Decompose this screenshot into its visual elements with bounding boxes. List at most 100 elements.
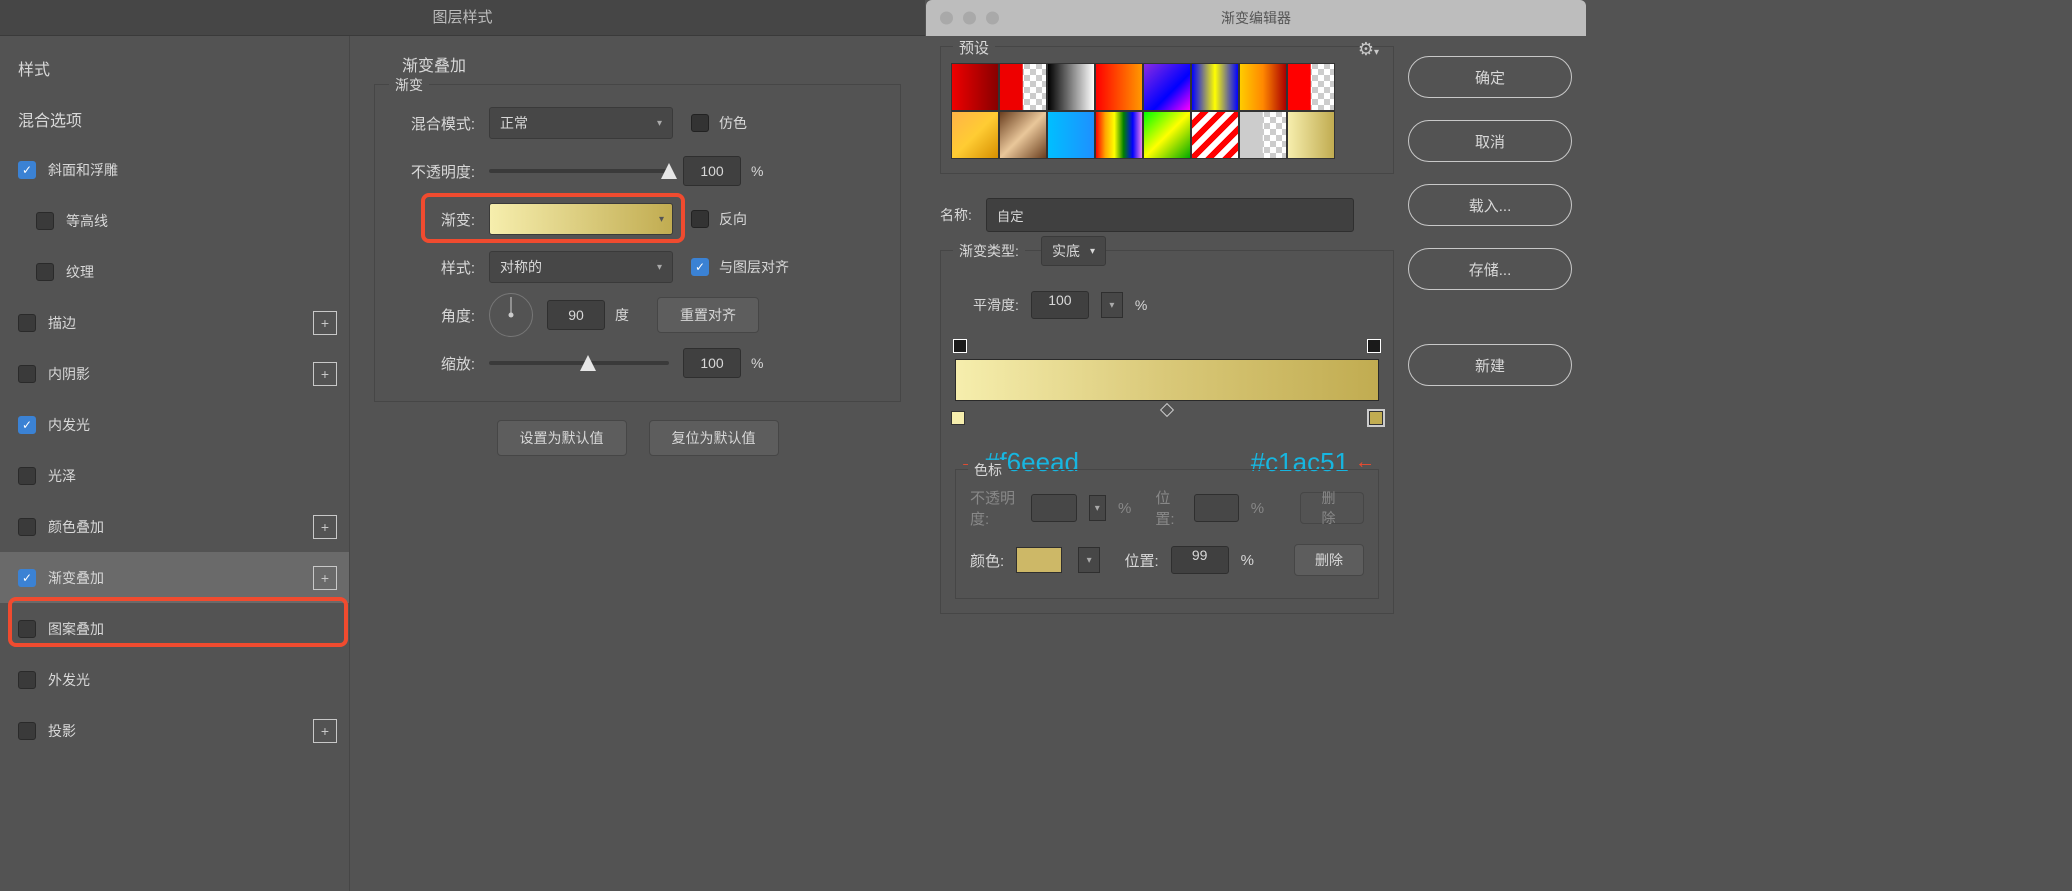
gear-icon[interactable]: ⚙▾ [1358,39,1379,60]
scale-slider[interactable] [489,361,669,365]
checkbox-icon[interactable] [18,722,36,740]
checkbox-icon[interactable] [18,518,36,536]
preset-swatch[interactable] [1239,111,1287,159]
checkbox-icon[interactable] [18,569,36,587]
gradient-preview[interactable] [955,359,1379,401]
reset-default-button[interactable]: 复位为默认值 [649,420,779,456]
sidebar-item-label: 斜面和浮雕 [48,160,118,180]
slider-knob-icon[interactable] [580,355,596,371]
blend-mode-label: 混合模式: [391,113,475,134]
sidebar-item-texture[interactable]: 纹理 [0,246,349,297]
angle-input[interactable]: 90 [547,300,605,330]
sidebar-item-outer-glow[interactable]: 外发光 [0,654,349,705]
name-input[interactable] [986,198,1354,232]
reset-align-button[interactable]: 重置对齐 [657,297,759,333]
preset-swatch[interactable] [1287,63,1335,111]
sidebar-item-inner-shadow[interactable]: 内阴影 + [0,348,349,399]
smoothness-dropdown[interactable]: ▾ [1101,292,1123,318]
sidebar-item-stroke[interactable]: 描边 + [0,297,349,348]
maximize-icon[interactable] [986,12,999,25]
color-dropdown[interactable]: ▾ [1078,547,1100,573]
preset-swatch[interactable] [1143,111,1191,159]
gradient-picker[interactable]: ▾ [489,203,673,235]
gradient-label: 渐变: [391,209,475,230]
checkbox-icon[interactable] [18,467,36,485]
dither-checkbox[interactable] [691,114,709,132]
checkbox-icon[interactable] [18,671,36,689]
preset-swatch[interactable] [1191,111,1239,159]
color-well[interactable] [1016,547,1062,573]
preset-swatch[interactable] [1095,111,1143,159]
opacity-stop-left[interactable] [953,339,967,353]
midpoint-handle[interactable] [1160,403,1174,417]
slider-knob-icon[interactable] [661,163,677,179]
sidebar-item-satin[interactable]: 光泽 [0,450,349,501]
checkbox-icon[interactable] [18,314,36,332]
preset-swatch[interactable] [1287,111,1335,159]
gradient-bar[interactable] [955,339,1379,425]
close-icon[interactable] [940,12,953,25]
gradient-type-select[interactable]: 实底 ▾ [1041,236,1106,266]
percent-label: % [1241,552,1254,569]
opacity-stop-right[interactable] [1367,339,1381,353]
sidebar-item-gradient-overlay[interactable]: 渐变叠加 + [0,552,349,603]
color-stop-left[interactable] [951,411,965,425]
checkbox-icon[interactable] [18,365,36,383]
sidebar-item-bevel[interactable]: 斜面和浮雕 [0,144,349,195]
plus-icon[interactable]: + [313,566,337,590]
color-pos-input[interactable]: 99 [1171,546,1229,574]
preset-swatch[interactable] [1191,63,1239,111]
style-select[interactable]: 对称的 ▾ [489,251,673,283]
preset-swatch[interactable] [1047,63,1095,111]
preset-swatch[interactable] [1095,63,1143,111]
preset-swatch[interactable] [1239,63,1287,111]
sidebar-item-inner-glow[interactable]: 内发光 [0,399,349,450]
checkbox-icon[interactable] [18,620,36,638]
opacity-slider[interactable] [489,169,669,173]
color-pos-label: 位置: [1124,550,1158,571]
preset-swatch[interactable] [999,111,1047,159]
window-controls[interactable] [940,12,999,25]
scale-input[interactable]: 100 [683,348,741,378]
color-stop-right[interactable] [1369,411,1383,425]
preset-swatch[interactable] [1047,111,1095,159]
plus-icon[interactable]: + [313,515,337,539]
blend-mode-select[interactable]: 正常 ▾ [489,107,673,139]
preset-swatch[interactable] [1143,63,1191,111]
opacity-input[interactable]: 100 [683,156,741,186]
reverse-checkbox[interactable] [691,210,709,228]
angle-dial[interactable] [489,293,533,337]
ok-button[interactable]: 确定 [1408,56,1572,98]
preset-swatch[interactable] [999,63,1047,111]
checkbox-icon[interactable] [18,416,36,434]
percent-label: % [1135,297,1147,313]
save-button[interactable]: 存储... [1408,248,1572,290]
plus-icon[interactable]: + [313,362,337,386]
gradient-editor-buttons: 确定 取消 载入... 存储... 新建 [1408,46,1572,614]
plus-icon[interactable]: + [313,719,337,743]
sidebar-item-contour[interactable]: 等高线 [0,195,349,246]
delete-color-stop-button[interactable]: 删除 [1294,544,1364,576]
preset-swatch[interactable] [951,111,999,159]
cancel-button[interactable]: 取消 [1408,120,1572,162]
sidebar-item-label: 纹理 [66,262,94,282]
new-button[interactable]: 新建 [1408,344,1572,386]
make-default-button[interactable]: 设置为默认值 [497,420,627,456]
checkbox-icon[interactable] [36,263,54,281]
minimize-icon[interactable] [963,12,976,25]
sidebar-item-color-overlay[interactable]: 颜色叠加 + [0,501,349,552]
align-checkbox[interactable] [691,258,709,276]
checkbox-icon[interactable] [18,161,36,179]
checkbox-icon[interactable] [36,212,54,230]
sidebar-header-styles[interactable]: 样式 [0,42,349,93]
plus-icon[interactable]: + [313,311,337,335]
sidebar-item-drop-shadow[interactable]: 投影 + [0,705,349,756]
sidebar-header-blend[interactable]: 混合选项 [0,93,349,144]
sidebar-item-pattern-overlay[interactable]: 图案叠加 [0,603,349,654]
smoothness-input[interactable]: 100 [1031,291,1089,319]
gradient-type-value: 实底 [1052,241,1080,261]
preset-swatch[interactable] [951,63,999,111]
style-label: 样式: [391,257,475,278]
load-button[interactable]: 载入... [1408,184,1572,226]
chevron-down-icon: ▾ [657,118,662,129]
